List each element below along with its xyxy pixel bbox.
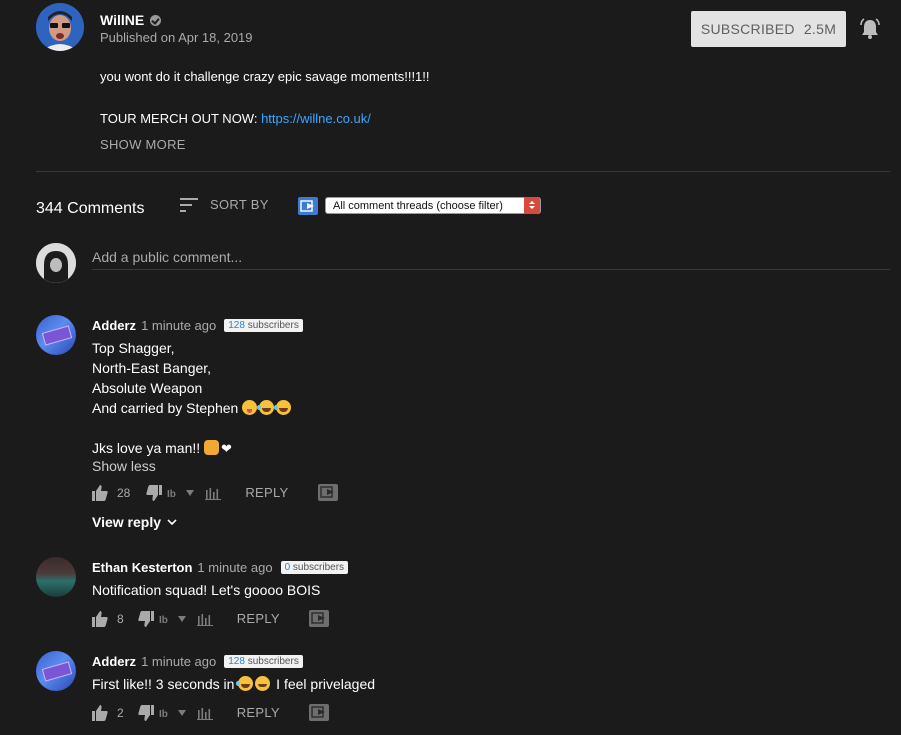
- dislike-count-icon: Ib: [159, 707, 189, 719]
- commenter-avatar[interactable]: [36, 557, 76, 597]
- svg-text:Ib: Ib: [167, 489, 176, 499]
- thumbs-down-icon[interactable]: [138, 704, 154, 721]
- merch-link[interactable]: https://willne.co.uk/: [261, 111, 371, 126]
- sort-by-label: SORT BY: [210, 197, 269, 212]
- comment-text-after: I feel privelaged: [272, 676, 376, 692]
- dislike-count-icon: Ib: [159, 613, 189, 625]
- comment-line: Absolute Weapon: [92, 380, 203, 396]
- reply-button[interactable]: REPLY: [237, 705, 280, 720]
- divider: [36, 171, 890, 172]
- comment-time[interactable]: 1 minute ago: [141, 654, 216, 669]
- comment-author[interactable]: Ethan Kesterton: [92, 560, 192, 575]
- extension-icon[interactable]: [298, 197, 318, 215]
- user-avatar: [36, 243, 76, 283]
- channel-name[interactable]: WillNE: [100, 12, 162, 28]
- subscriber-count: 2.5M: [803, 21, 837, 37]
- like-count: 2: [117, 705, 124, 720]
- merch-text: TOUR MERCH OUT NOW:: [100, 111, 262, 126]
- channel-avatar[interactable]: [36, 3, 84, 51]
- thumbs-down-icon[interactable]: [146, 484, 163, 501]
- description-merch-line: TOUR MERCH OUT NOW: https://willne.co.uk…: [100, 111, 371, 126]
- comment-line-text: Jks love ya man!!: [92, 440, 201, 456]
- comment-time[interactable]: 1 minute ago: [141, 318, 216, 333]
- comment-header: Adderz 1 minute ago 128 subscribers: [92, 654, 303, 669]
- channel-name-text[interactable]: WillNE: [100, 12, 144, 28]
- subscriber-badge-count: 128: [228, 656, 245, 667]
- extension-icon[interactable]: [317, 484, 338, 501]
- extension-icon[interactable]: [308, 610, 329, 627]
- subscriber-badge: 0 subscribers: [280, 561, 349, 574]
- thumbs-up-icon[interactable]: [92, 704, 108, 721]
- dislike-count-icon: Ib: [167, 487, 197, 499]
- subscriber-badge-count: 128: [228, 320, 245, 331]
- comment-line: Jks love ya man!! ❤: [92, 438, 293, 459]
- reply-button[interactable]: REPLY: [245, 485, 288, 500]
- comment-line-text: And carried by Stephen: [92, 400, 239, 416]
- show-more-button[interactable]: SHOW MORE: [100, 137, 186, 152]
- comment-header: Adderz 1 minute ago 128 subscribers: [92, 318, 303, 333]
- video-comments-page: WillNE Published on Apr 18, 2019 SUBSCRI…: [0, 0, 901, 735]
- comment-actions: 2 Ib REPLY: [92, 704, 329, 721]
- comment-text: Top Shagger, North-East Banger, Absolute…: [92, 338, 293, 459]
- verified-icon: [150, 14, 162, 26]
- comment-line: And carried by Stephen: [92, 398, 293, 418]
- comment-filter-select[interactable]: All comment threads (choose filter): [325, 197, 541, 214]
- comment-actions: 8 Ib REPLY: [92, 610, 329, 627]
- thumbs-up-icon[interactable]: [92, 484, 108, 501]
- show-less-button[interactable]: Show less: [92, 458, 156, 474]
- comment-text: Notification squad! Let's goooo BOIS: [92, 582, 321, 598]
- tongue-emoji-icon: [242, 400, 258, 415]
- extension-icon[interactable]: [308, 704, 329, 721]
- subscriber-badge: 128 subscribers: [224, 319, 303, 332]
- select-arrows-icon: [524, 197, 540, 214]
- subscriber-badge: 128 subscribers: [224, 655, 303, 668]
- subscribe-label: SUBSCRIBED: [700, 21, 795, 37]
- svg-text:Ib: Ib: [159, 709, 168, 719]
- comment-line: Top Shagger,: [92, 340, 175, 356]
- published-date: Published on Apr 18, 2019: [100, 30, 253, 45]
- comment-text-before: First like!! 3 seconds in: [92, 676, 235, 692]
- joy-emoji-icon: [274, 400, 292, 415]
- stats-icon[interactable]: [196, 706, 213, 720]
- chevron-down-icon: [167, 519, 177, 526]
- commenter-avatar[interactable]: [36, 315, 76, 355]
- smile-emoji-icon: [255, 676, 271, 691]
- comment-actions: 28 Ib REPLY: [92, 484, 338, 501]
- heart-icon: ❤: [221, 441, 232, 456]
- comments-count: 344 Comments: [36, 200, 145, 217]
- reply-button[interactable]: REPLY: [237, 611, 280, 626]
- description-line: you wont do it challenge crazy epic sava…: [100, 69, 430, 84]
- comment-time[interactable]: 1 minute ago: [197, 560, 272, 575]
- sort-icon: [180, 197, 198, 212]
- thumbs-down-icon[interactable]: [138, 610, 154, 627]
- like-count: 8: [117, 611, 124, 626]
- add-comment-input[interactable]: [92, 245, 890, 270]
- view-reply-label: View reply: [92, 514, 162, 530]
- subscriber-badge-label: subscribers: [244, 656, 299, 667]
- joy-emoji-icon: [236, 676, 254, 691]
- stats-icon[interactable]: [205, 486, 222, 500]
- comment-author[interactable]: Adderz: [92, 654, 136, 669]
- comment-text: First like!! 3 seconds in I feel privela…: [92, 674, 375, 694]
- subscribe-button[interactable]: SUBSCRIBED 2.5M: [691, 11, 846, 47]
- like-count: 28: [117, 485, 131, 500]
- stats-icon[interactable]: [196, 612, 213, 626]
- comment-header: Ethan Kesterton 1 minute ago 0 subscribe…: [92, 560, 349, 575]
- sort-by-button[interactable]: SORT BY: [180, 197, 269, 212]
- comment-author[interactable]: Adderz: [92, 318, 136, 333]
- subscriber-badge-label: subscribers: [290, 562, 345, 573]
- comment-line: North-East Banger,: [92, 360, 212, 376]
- svg-text:Ib: Ib: [159, 615, 168, 625]
- filter-value: All comment threads (choose filter): [333, 199, 503, 212]
- thumbs-up-icon[interactable]: [92, 610, 108, 627]
- joy-emoji-icon: [257, 400, 275, 415]
- view-reply-button[interactable]: View reply: [92, 514, 177, 530]
- fist-emoji-icon: [204, 440, 220, 455]
- bell-icon[interactable]: [858, 17, 882, 41]
- subscriber-badge-label: subscribers: [244, 320, 299, 331]
- commenter-avatar[interactable]: [36, 651, 76, 691]
